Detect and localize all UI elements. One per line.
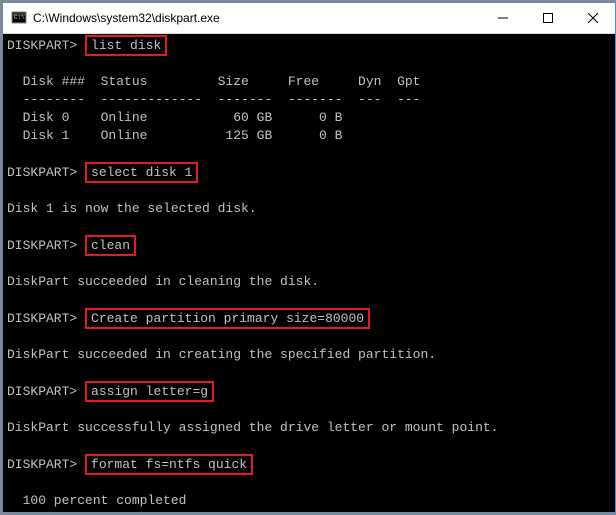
output-selected: Disk 1 is now the selected disk.	[7, 200, 611, 218]
cmd-create-partition: Create partition primary size=80000	[85, 308, 370, 329]
cmd-format: format fs=ntfs quick	[85, 454, 253, 475]
disk-table-header: Disk ### Status Size Free Dyn Gpt	[7, 73, 611, 91]
cmd-select-disk: select disk 1	[85, 162, 198, 183]
prompt: DISKPART>	[7, 311, 77, 326]
cmd-clean: clean	[85, 235, 136, 256]
prompt: DISKPART>	[7, 165, 77, 180]
prompt: DISKPART>	[7, 457, 77, 472]
prompt: DISKPART>	[7, 38, 77, 53]
cmd-assign-letter: assign letter=g	[85, 381, 214, 402]
output-progress: 100 percent completed	[7, 492, 611, 510]
window-title: C:\Windows\system32\diskpart.exe	[33, 11, 480, 25]
prompt: DISKPART>	[7, 238, 77, 253]
output-cleaned: DiskPart succeeded in cleaning the disk.	[7, 273, 611, 291]
close-button[interactable]	[570, 3, 615, 33]
output-assigned: DiskPart successfully assigned the drive…	[7, 419, 611, 437]
disk-table-divider: -------- ------------- ------- ------- -…	[7, 91, 611, 109]
cmd-list-disk: list disk	[85, 35, 167, 56]
svg-text:C:\: C:\	[14, 14, 25, 21]
prompt: DISKPART>	[7, 384, 77, 399]
output-partition-created: DiskPart succeeded in creating the speci…	[7, 346, 611, 364]
maximize-button[interactable]	[525, 3, 570, 33]
minimize-button[interactable]	[480, 3, 525, 33]
disk-row-1: Disk 1 Online 125 GB 0 B	[7, 127, 611, 145]
terminal-content[interactable]: DISKPART> list disk Disk ### Status Size…	[3, 34, 615, 512]
disk-row-0: Disk 0 Online 60 GB 0 B	[7, 109, 611, 127]
app-icon: C:\	[11, 10, 27, 26]
window-frame: C:\ C:\Windows\system32\diskpart.exe DIS…	[2, 2, 616, 513]
titlebar[interactable]: C:\ C:\Windows\system32\diskpart.exe	[3, 3, 615, 34]
